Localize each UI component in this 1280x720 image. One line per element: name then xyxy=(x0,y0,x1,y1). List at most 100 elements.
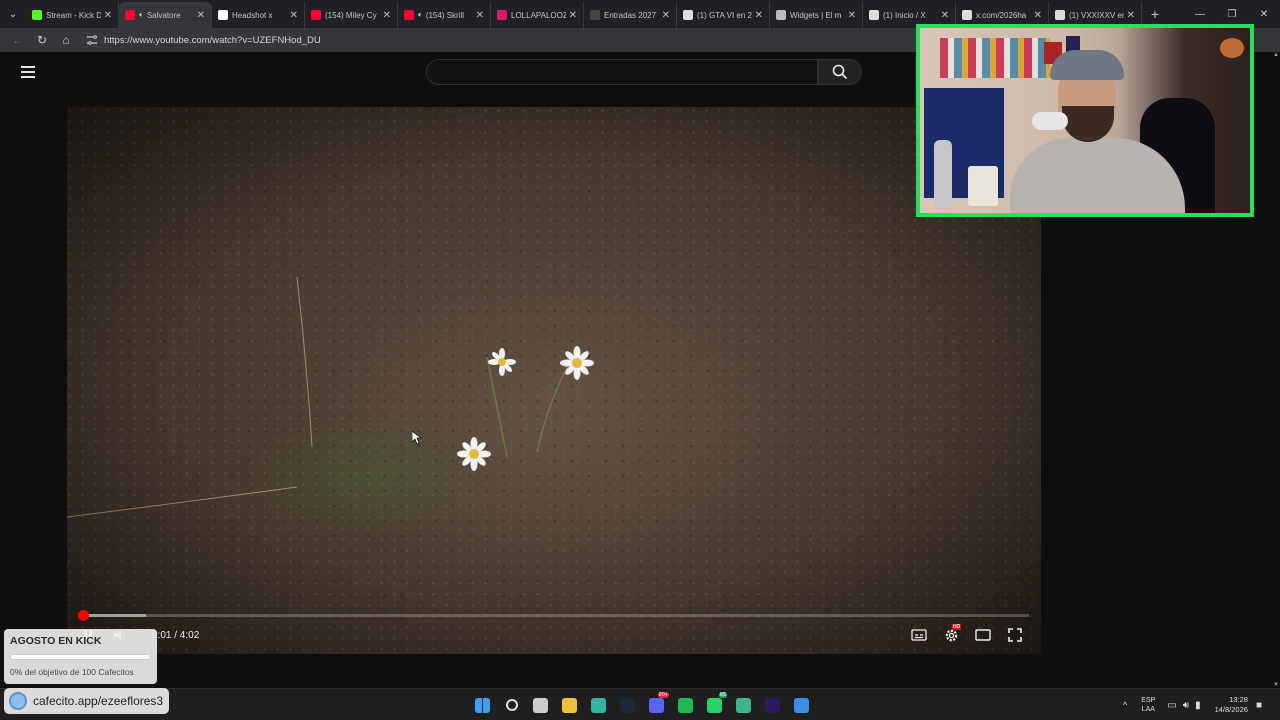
x-icon xyxy=(962,10,972,20)
browser-tab[interactable]: 🔈︎ Salvatore ✕ xyxy=(119,2,212,28)
settings-button[interactable]: HD xyxy=(942,624,962,644)
subtitles-button[interactable] xyxy=(910,626,928,644)
tab-close-icon[interactable]: ✕ xyxy=(104,10,112,21)
new-tab-button[interactable]: + xyxy=(1142,6,1168,22)
speaker-icon[interactable]: 🔊︎ xyxy=(1183,700,1189,711)
webcam-lamp xyxy=(1220,38,1244,58)
cafecito-label: cafecito.app/ezeeflores3 xyxy=(33,694,164,708)
search-input[interactable] xyxy=(426,59,818,85)
start-icon[interactable] xyxy=(468,693,497,717)
close-window-button[interactable]: ✕ xyxy=(1248,9,1280,20)
tab-close-icon[interactable]: ✕ xyxy=(197,10,205,21)
scroll-up-icon[interactable]: ▲ xyxy=(1273,52,1279,58)
tab-title: LOLLAPALOOZ xyxy=(511,10,566,20)
battery-icon[interactable]: ▮ xyxy=(1195,700,1201,711)
tray-overflow-icon[interactable]: ^ xyxy=(1123,700,1127,710)
back-button[interactable]: ← xyxy=(6,33,30,47)
home-button[interactable]: ⌂ xyxy=(54,33,78,47)
edge-icon[interactable] xyxy=(584,693,613,717)
tab-close-icon[interactable]: ✕ xyxy=(1127,10,1135,21)
tab-close-icon[interactable]: ✕ xyxy=(476,10,484,21)
browser-tab[interactable]: (154) Miley Cy ✕ xyxy=(305,2,398,28)
tab-title: (1) GTA VI en 2 xyxy=(697,10,752,20)
tab-title: Salvatore xyxy=(146,10,181,20)
webcam-streamer-cap xyxy=(1050,50,1124,80)
file-explorer-icon-glyph xyxy=(562,697,577,713)
tab-close-icon[interactable]: ✕ xyxy=(662,10,670,21)
guide-menu-button[interactable] xyxy=(21,66,35,78)
goal-title: AGOSTO EN KICK xyxy=(10,635,102,647)
tab-audio-icon[interactable]: 🔈︎ xyxy=(139,10,144,20)
tab-close-icon[interactable]: ✕ xyxy=(569,10,577,21)
subtitles-icon xyxy=(911,629,927,641)
fullscreen-button[interactable] xyxy=(1006,626,1024,644)
webcam-mug xyxy=(968,166,998,206)
video-player[interactable]: 0:01 / 4:02 HD xyxy=(67,107,1041,654)
progress-scrubber[interactable] xyxy=(77,610,89,621)
whatsapp-icon-glyph xyxy=(707,697,722,713)
tab-close-icon[interactable]: ✕ xyxy=(941,10,949,21)
task-view-icon-glyph xyxy=(533,697,548,713)
search-button[interactable] xyxy=(818,59,862,85)
mouse-cursor-icon xyxy=(412,431,422,445)
theater-mode-button[interactable] xyxy=(974,626,992,644)
tab-search-button[interactable]: ⌄ xyxy=(0,0,26,28)
progress-buffer xyxy=(79,614,146,617)
app-icon[interactable] xyxy=(787,693,816,717)
tab-close-icon[interactable]: ✕ xyxy=(383,10,391,21)
edge-dev-icon[interactable] xyxy=(729,693,758,717)
maximize-button[interactable]: ❐ xyxy=(1216,9,1248,20)
tab-title: (1) VXXIXXV en xyxy=(1069,10,1124,20)
reload-button[interactable]: ↻ xyxy=(30,33,54,47)
browser-tab[interactable]: 🔈︎ (154) Skrill ✕ xyxy=(398,2,491,28)
tab-close-icon[interactable]: ✕ xyxy=(1034,10,1042,21)
discord-icon[interactable]: 99+ xyxy=(642,692,671,717)
m-icon xyxy=(218,10,228,20)
url-text: https://www.youtube.com/watch?v=UZEFNHod… xyxy=(104,34,321,46)
page-scrollbar[interactable]: ▲ ▼ xyxy=(1272,52,1280,688)
hd-badge: HD xyxy=(952,624,962,630)
whatsapp-icon[interactable]: 65 xyxy=(700,692,729,717)
browser-tab[interactable]: Headshot x ✕ xyxy=(212,2,305,28)
spotify-icon[interactable] xyxy=(671,693,700,717)
tab-title: Stream - Kick D xyxy=(46,10,101,20)
screen: ⌄ Stream - Kick D ✕ 🔈︎ Salvatore ✕ Headshot x… xyxy=(0,0,1280,720)
language-indicator[interactable]: ESP LAA xyxy=(1141,696,1155,714)
tab-close-icon[interactable]: ✕ xyxy=(755,10,763,21)
progress-bar[interactable] xyxy=(77,610,1029,621)
theater-icon xyxy=(975,629,991,641)
tab-audio-icon[interactable]: 🔈︎ xyxy=(418,10,423,20)
network-icon[interactable]: ▭ xyxy=(1167,700,1176,711)
edge-icon-glyph xyxy=(591,697,606,713)
url-field[interactable]: https://www.youtube.com/watch?v=UZEFNHod… xyxy=(86,35,321,46)
widget-icon xyxy=(776,10,786,20)
system-tray: ^ ESP LAA ▭ 🔊︎ ▮ 13:28 14/8/2026 ■ xyxy=(1123,693,1268,717)
tab-close-icon[interactable]: ✕ xyxy=(290,10,298,21)
site-info-icon[interactable] xyxy=(86,35,98,45)
tab-title: Widgets | El m xyxy=(790,10,842,20)
time-display: 0:01 / 4:02 xyxy=(152,630,200,641)
browser-tab[interactable]: (1) GTA VI en 2 ✕ xyxy=(677,2,770,28)
file-explorer-icon[interactable] xyxy=(555,693,584,717)
youtube-icon xyxy=(311,10,321,20)
task-view-icon[interactable] xyxy=(526,693,555,717)
tab-close-icon[interactable]: ✕ xyxy=(848,10,856,21)
minimize-button[interactable]: — xyxy=(1184,9,1216,20)
browser-tab[interactable]: Stream - Kick D ✕ xyxy=(26,2,119,28)
premiere-icon[interactable] xyxy=(758,693,787,717)
browser-tab[interactable]: LOLLAPALOOZ ✕ xyxy=(491,2,584,28)
windows-taskbar: 99+ 65 ^ ESP LAA ▭ 🔊︎ ▮ 13:28 14/8/2026 ■ xyxy=(0,688,1280,720)
webcam-microphone xyxy=(1032,112,1068,130)
video-vignette xyxy=(67,107,1041,654)
clock[interactable]: 13:28 14/8/2026 xyxy=(1215,695,1248,715)
webcam-overlay xyxy=(916,24,1254,217)
browser-tab[interactable]: Entradas 2027 ✕ xyxy=(584,2,677,28)
notification-icon[interactable]: ■ xyxy=(1256,700,1262,711)
steam-icon[interactable] xyxy=(613,693,642,717)
webcam-bottle xyxy=(934,140,952,210)
search-icon[interactable] xyxy=(497,693,526,717)
player-controls: 0:01 / 4:02 HD xyxy=(67,623,1041,647)
browser-tab[interactable]: Widgets | El m ✕ xyxy=(770,2,863,28)
x-icon xyxy=(1055,10,1065,20)
clock-time: 13:28 xyxy=(1229,695,1248,704)
